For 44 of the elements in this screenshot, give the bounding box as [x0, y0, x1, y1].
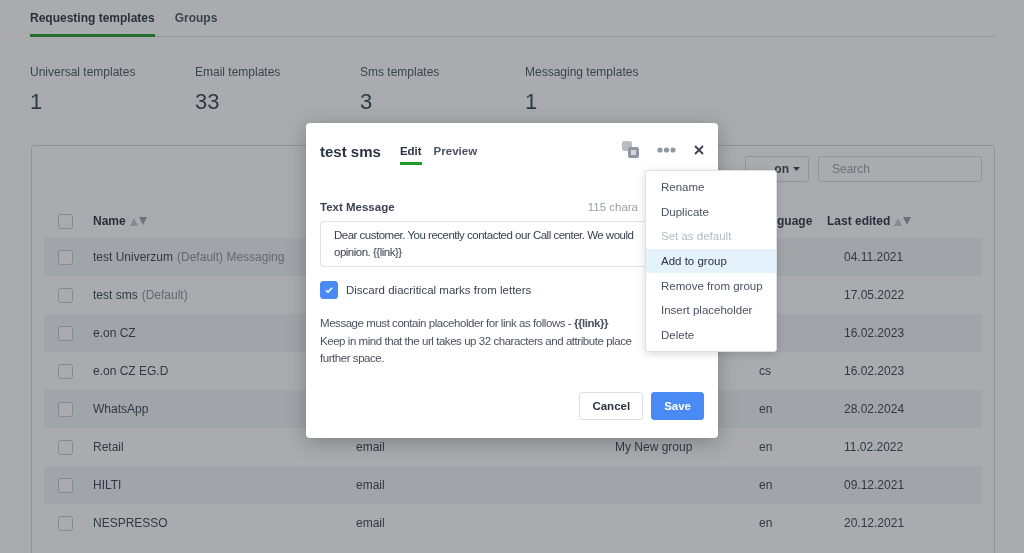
stat-value: 33 — [195, 89, 221, 115]
template-note: (Default) Messaging — [177, 250, 285, 264]
table-cell: email — [356, 440, 385, 454]
stat-value: 1 — [30, 89, 44, 115]
table-cell: My New group — [615, 440, 693, 454]
table-cell-text: 20.12.2021 — [843, 516, 905, 530]
template-name: test Univerzum — [93, 250, 174, 264]
stat-label: Messaging templates — [525, 65, 640, 79]
message-text: opinion. {{link}} — [334, 245, 402, 260]
character-count: 115 chara — [587, 201, 638, 213]
hint-text: further space. — [320, 351, 384, 366]
table-cell: email — [356, 478, 385, 492]
stat-label: Email templates — [195, 65, 282, 79]
table-cell: en — [759, 478, 773, 492]
template-name: Retail — [93, 440, 124, 454]
template-note: (Default) — [141, 288, 188, 302]
table-cell: en — [759, 440, 773, 454]
hint-text: Message must contain placeholder for link as follows - {{link}} — [320, 316, 609, 331]
template-name: NESPRESSO — [93, 516, 168, 530]
table-cell: en — [759, 516, 773, 530]
stat-value: 3 — [360, 89, 374, 115]
message-text: Dear customer. You recently contacted our Call center. We would — [334, 228, 634, 243]
table-cell-text: 28.02.2024 — [843, 402, 905, 416]
table-cell: en — [759, 402, 773, 416]
table-cell-text: 17.05.2022 — [843, 288, 905, 302]
table-cell-text: 09.12.2021 — [843, 478, 905, 492]
table-cell-text: 11.02.2022 — [843, 440, 904, 454]
table-cell: cs — [759, 364, 771, 378]
stat-value: 1 — [525, 89, 539, 115]
table-cell-text: 16.02.2023 — [843, 364, 905, 378]
template-name: test sms — [93, 288, 138, 302]
table-cell-text: 16.02.2023 — [843, 326, 905, 340]
template-name: e.on CZ EG.D — [93, 364, 169, 378]
hint-text: Keep in mind that the url takes up 32 characters and attribute place — [320, 333, 632, 349]
template-name: WhatsApp — [93, 402, 149, 416]
stat-label: Universal templates — [30, 65, 137, 79]
modal-title: test sms — [320, 143, 381, 160]
stat-label: Sms templates — [360, 65, 441, 79]
table-cell: email — [356, 516, 385, 530]
checkbox-label: Discard diacritical marks from letters — [346, 284, 532, 296]
field-label: Text Message — [320, 201, 395, 213]
table-cell-text: 04.11.2021 — [843, 250, 904, 264]
template-name: e.on CZ — [93, 326, 136, 340]
template-name: HILTI — [93, 478, 122, 492]
